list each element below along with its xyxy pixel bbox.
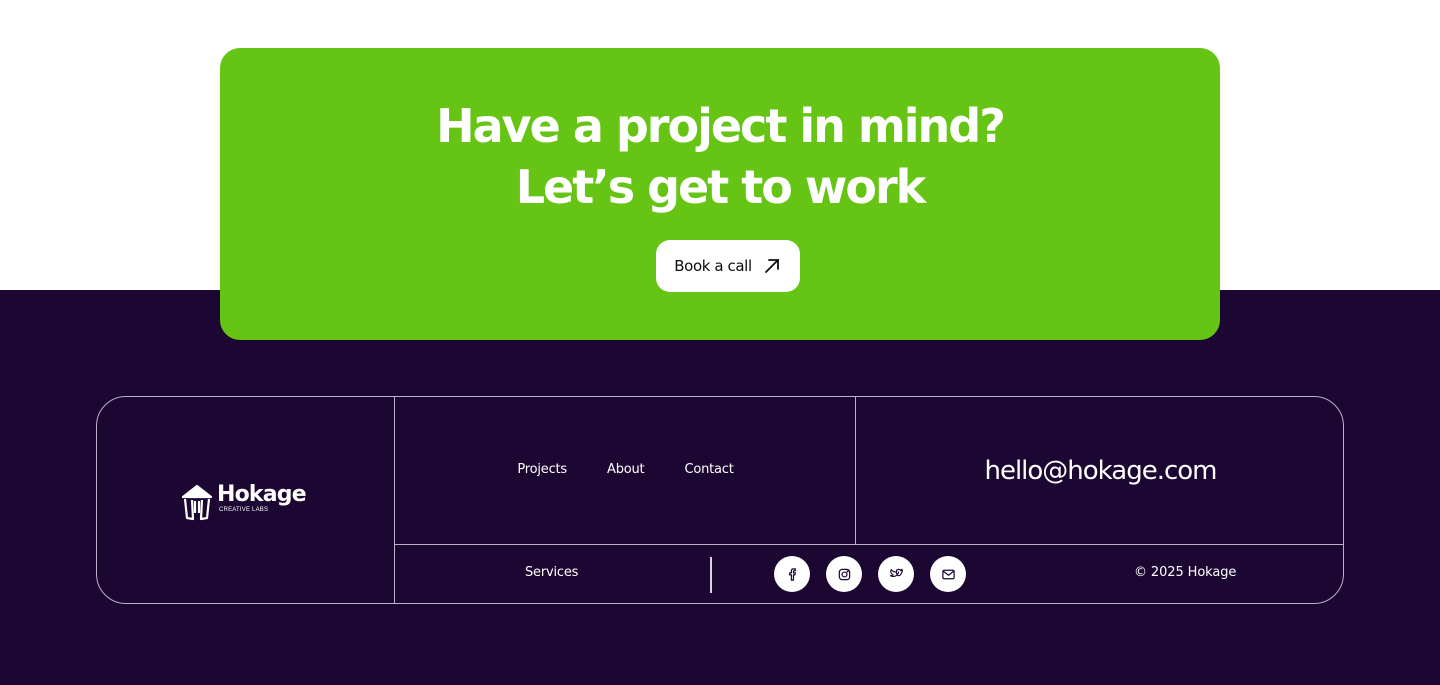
book-a-call-label: Book a call bbox=[674, 257, 752, 275]
email-link[interactable]: hello@hokage.com bbox=[857, 397, 1344, 544]
cta-banner: Have a project in mind? Let’s get to wor… bbox=[220, 48, 1220, 340]
book-a-call-button[interactable]: Book a call bbox=[656, 240, 800, 292]
nav-link-projects[interactable]: Projects bbox=[517, 462, 567, 477]
logo-mark-icon bbox=[181, 483, 213, 526]
logo-text: Hokage CREATIVE LABS bbox=[217, 482, 307, 514]
divider bbox=[710, 557, 712, 593]
social-links bbox=[774, 556, 966, 592]
cta-heading: Have a project in mind? Let’s get to wor… bbox=[220, 96, 1220, 218]
logo-tagline: CREATIVE LABS bbox=[219, 507, 269, 513]
twitter-icon bbox=[889, 568, 903, 577]
arrow-up-right-icon bbox=[764, 259, 779, 273]
divider bbox=[395, 544, 1344, 545]
nav-link-about[interactable]: About bbox=[607, 462, 645, 477]
footer-nav: Projects About Contact bbox=[395, 397, 856, 544]
mail-button[interactable] bbox=[930, 556, 966, 592]
facebook-icon bbox=[788, 567, 796, 581]
logo[interactable]: Hokage CREATIVE LABS bbox=[181, 482, 307, 526]
logo-name: Hokage bbox=[217, 482, 307, 507]
cta-heading-line-2: Let’s get to work bbox=[515, 160, 926, 214]
instagram-button[interactable] bbox=[826, 556, 862, 592]
footer-card: Hokage CREATIVE LABS Projects About Cont… bbox=[96, 396, 1344, 604]
mail-icon bbox=[941, 569, 955, 579]
instagram-icon bbox=[838, 568, 850, 580]
nav-link-contact[interactable]: Contact bbox=[684, 462, 733, 477]
nav-link-services[interactable]: Services bbox=[525, 565, 578, 580]
copyright-text: © 2025 Hokage bbox=[1134, 565, 1237, 580]
cta-heading-line-1: Have a project in mind? bbox=[436, 99, 1006, 153]
facebook-button[interactable] bbox=[774, 556, 810, 592]
twitter-button[interactable] bbox=[878, 556, 914, 592]
